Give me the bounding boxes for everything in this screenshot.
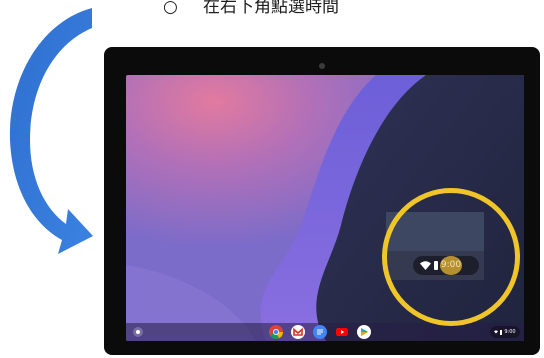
curved-arrow-icon: [9, 8, 93, 254]
battery-icon: [500, 329, 503, 335]
instruction-text: ○ 在右下角點選時間: [163, 0, 339, 16]
gmail-icon[interactable]: [291, 325, 305, 339]
highlight-ring: [382, 188, 520, 326]
chrome-icon[interactable]: [269, 325, 283, 339]
shelf: 9:00: [126, 323, 524, 341]
docs-icon[interactable]: [313, 325, 327, 339]
launcher-circle-icon[interactable]: [133, 327, 143, 337]
shelf-time[interactable]: 9:00: [504, 329, 515, 335]
wifi-icon: [494, 330, 499, 334]
status-tray[interactable]: 9:00: [490, 326, 520, 338]
pinned-apps: [269, 325, 371, 339]
youtube-icon[interactable]: [335, 325, 349, 339]
bullet-icon: ○: [163, 0, 178, 16]
play-store-icon[interactable]: [357, 325, 371, 339]
camera-icon: [319, 63, 325, 69]
instruction-label: 在右下角點選時間: [203, 0, 339, 16]
